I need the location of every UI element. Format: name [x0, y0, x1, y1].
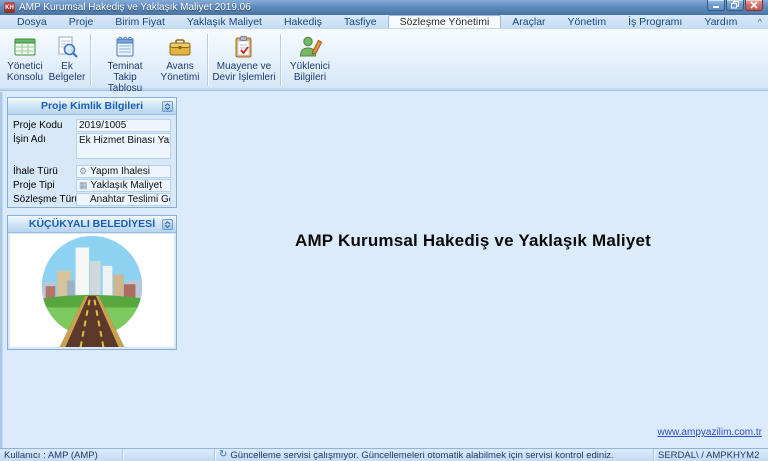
admin-console-icon — [12, 34, 38, 60]
update-service-icon: ↻ — [219, 450, 227, 460]
field-label-isin-adi: İşin Adı — [13, 133, 76, 146]
vendor-website-link[interactable]: www.ampyazilim.com.tr — [658, 427, 762, 438]
ribbon-button-label: Muayene ve Devir İşlemleri — [212, 61, 275, 83]
ribbon-button-label: Yönetici Konsolu — [7, 61, 43, 83]
proje-tipi-dropdown[interactable]: ▦ Yaklaşık Maliyet — [76, 179, 171, 192]
window-title: AMP Kurumsal Hakediş ve Yaklaşık Maliyet… — [19, 2, 251, 13]
page-title: AMP Kurumsal Hakediş ve Yaklaşık Maliyet — [178, 231, 768, 251]
restore-button[interactable] — [726, 0, 744, 11]
advance-briefcase-icon — [167, 34, 193, 60]
panel-collapse-button[interactable] — [162, 219, 173, 230]
tab-proje[interactable]: Proje — [58, 15, 105, 28]
project-panel-title: Proje Kimlik Bilgileri — [41, 100, 143, 112]
project-identity-panel: Proje Kimlik Bilgileri Proje Kodu 2019/1… — [7, 97, 177, 208]
municipality-panel: KÜÇÜKYALI BELEDİYESİ — [7, 215, 177, 350]
inspection-clipboard-icon — [231, 34, 257, 60]
app-icon: KH — [4, 2, 15, 13]
project-panel-header: Proje Kimlik Bilgileri — [8, 98, 176, 115]
guarantee-tracking-button[interactable]: Teminat Takip Tablosu — [94, 32, 156, 94]
tab-araclar[interactable]: Araçlar — [501, 15, 556, 28]
minimize-button[interactable] — [707, 0, 725, 11]
ribbon-separator — [280, 34, 281, 86]
contractor-person-icon — [297, 34, 323, 60]
statusbar: Kullanıcı : AMP (AMP) ↻ Güncelleme servi… — [0, 448, 768, 461]
collapse-ribbon-icon[interactable]: ^ — [758, 17, 762, 27]
close-button[interactable] — [745, 0, 763, 11]
tab-dosya[interactable]: Dosya — [6, 15, 58, 28]
ribbon-button-label: Ek Belgeler — [49, 61, 86, 83]
isin-adi-input[interactable]: Ek Hizmet Binası Yapım İşi — [76, 133, 171, 159]
minimize-icon — [712, 2, 720, 9]
status-empty-cell — [123, 449, 215, 461]
panel-collapse-button[interactable] — [162, 101, 173, 112]
field-label-sozlesme-turu: Sözleşme Türü — [13, 193, 76, 206]
close-icon — [750, 1, 758, 9]
field-label-proje-tipi: Proje Tipi — [13, 179, 76, 192]
status-update-message: ↻ Güncelleme servisi çalışmıyor. Güncell… — [215, 449, 654, 461]
ribbon-separator — [90, 34, 91, 86]
tab-yardim[interactable]: Yardım — [693, 15, 748, 28]
ribbon: Yönetici Konsolu Ek Belgeler — [0, 29, 768, 91]
sozlesme-turu-dropdown[interactable]: Anahtar Teslimi Götürü Bed — [76, 193, 171, 206]
advance-management-button[interactable]: Avans Yönetimi — [156, 32, 204, 83]
tab-sozlesme-yonetimi[interactable]: Sözleşme Yönetimi — [388, 15, 502, 28]
proje-kodu-input[interactable]: 2019/1005 — [76, 119, 171, 132]
window-controls — [707, 0, 763, 11]
documents-search-icon — [54, 34, 80, 60]
extra-documents-button[interactable]: Ek Belgeler — [47, 32, 87, 83]
ribbon-button-label: Yüklenici Bilgileri — [290, 61, 330, 83]
ribbon-separator — [207, 34, 208, 86]
municipality-panel-title: KÜÇÜKYALI BELEDİYESİ — [29, 218, 155, 230]
inspection-transfer-button[interactable]: Muayene ve Devir İşlemleri — [211, 32, 277, 83]
guarantee-table-icon — [112, 34, 138, 60]
tab-tasfiye[interactable]: Tasfiye — [333, 15, 388, 28]
tab-yaklasik-maliyet[interactable]: Yaklaşık Maliyet — [176, 15, 273, 28]
status-machine: SERDAL\ / AMPKHYM2 — [654, 449, 768, 461]
municipality-panel-header: KÜÇÜKYALI BELEDİYESİ — [8, 216, 176, 233]
status-user: Kullanıcı : AMP (AMP) — [0, 449, 123, 461]
tender-type-icon: ⚙ — [79, 166, 87, 177]
left-splitter[interactable] — [0, 92, 3, 448]
field-label-proje-kodu: Proje Kodu — [13, 119, 76, 132]
contractor-info-button[interactable]: Yüklenici Bilgileri — [284, 32, 336, 83]
municipality-logo-area — [10, 234, 174, 347]
titlebar: KH AMP Kurumsal Hakediş ve Yaklaşık Mali… — [0, 0, 768, 15]
municipality-logo — [34, 234, 150, 347]
tab-yonetim[interactable]: Yönetim — [557, 15, 618, 28]
tab-hakedis[interactable]: Hakediş — [273, 15, 333, 28]
restore-icon — [731, 1, 740, 9]
field-label-ihale-turu: İhale Türü — [13, 165, 76, 178]
main-content: Proje Kimlik Bilgileri Proje Kodu 2019/1… — [0, 92, 768, 448]
tab-birim-fiyat[interactable]: Birim Fiyat — [104, 15, 176, 28]
ihale-turu-dropdown[interactable]: ⚙ Yapım İhalesi — [76, 165, 171, 178]
collapse-arrows-icon — [164, 103, 171, 110]
tab-is-programi[interactable]: İş Programı — [617, 15, 693, 28]
ribbon-button-label: Avans Yönetimi — [161, 61, 200, 83]
menubar: Dosya Proje Birim Fiyat Yaklaşık Maliyet… — [0, 15, 768, 29]
project-type-icon: ▦ — [79, 180, 88, 191]
collapse-arrows-icon — [164, 221, 171, 228]
ribbon-button-label: Teminat Takip Tablosu — [95, 61, 155, 94]
admin-console-button[interactable]: Yönetici Konsolu — [3, 32, 47, 83]
